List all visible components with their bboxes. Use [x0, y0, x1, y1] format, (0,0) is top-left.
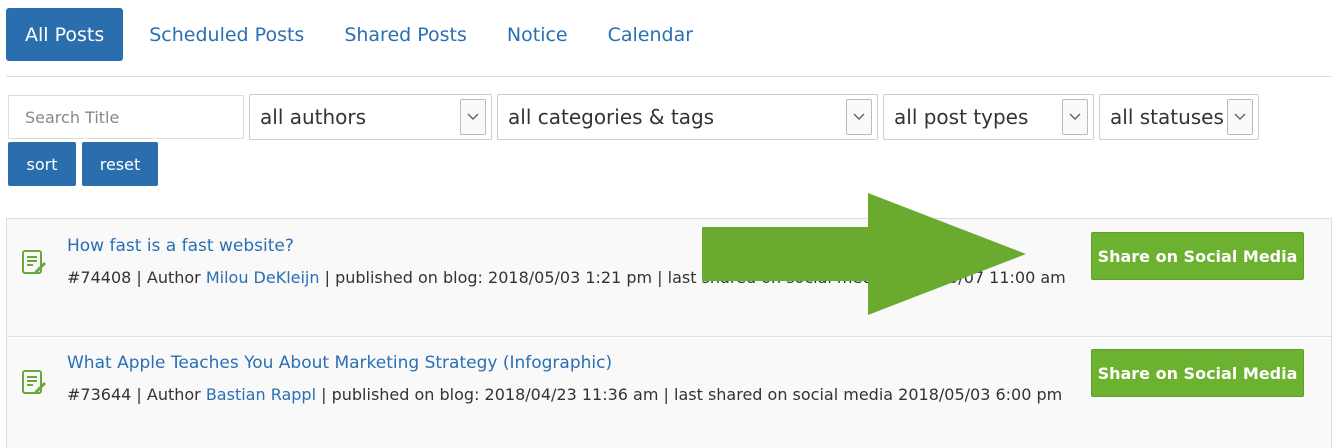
post-title-link[interactable]: How fast is a fast website? — [67, 236, 294, 256]
authors-select[interactable]: all authors — [249, 94, 492, 140]
post-tabs: All Posts Scheduled Posts Shared Posts N… — [6, 8, 713, 61]
categories-select-value: all categories & tags — [508, 105, 715, 129]
tab-shared-posts[interactable]: Shared Posts — [324, 8, 487, 61]
list-item: What Apple Teaches You About Marketing S… — [7, 338, 1331, 448]
tab-calendar[interactable]: Calendar — [588, 8, 713, 61]
share-on-social-media-button[interactable]: Share on Social Media — [1091, 349, 1304, 397]
post-list: How fast is a fast website? #74408 | Aut… — [6, 218, 1332, 448]
post-meta: #73644 | Author Bastian Rappl | publishe… — [67, 381, 1087, 409]
authors-select-value: all authors — [260, 105, 367, 129]
post-meta-prefix: #73644 | Author — [67, 385, 206, 404]
chevron-down-icon — [1227, 99, 1253, 135]
document-edit-icon — [22, 370, 46, 394]
tab-notice[interactable]: Notice — [487, 8, 588, 61]
post-types-select-value: all post types — [894, 105, 1029, 129]
post-title-link[interactable]: What Apple Teaches You About Marketing S… — [67, 353, 612, 373]
document-edit-icon — [22, 250, 46, 274]
share-on-social-media-button[interactable]: Share on Social Media — [1091, 232, 1304, 280]
author-link[interactable]: Milou DeKleijn — [206, 268, 320, 287]
tabs-divider — [6, 76, 1332, 77]
post-types-select[interactable]: all post types — [883, 94, 1094, 140]
right-arrow-icon — [702, 193, 1026, 315]
chevron-down-icon — [1062, 99, 1088, 135]
chevron-down-icon — [846, 99, 872, 135]
categories-select[interactable]: all categories & tags — [497, 94, 878, 140]
tab-all-posts[interactable]: All Posts — [6, 8, 124, 61]
reset-button[interactable]: reset — [82, 142, 158, 186]
sort-button[interactable]: sort — [8, 142, 76, 186]
post-meta-prefix: #74408 | Author — [67, 268, 206, 287]
author-link[interactable]: Bastian Rappl — [206, 385, 316, 404]
statuses-select-value: all statuses — [1110, 105, 1224, 129]
search-title-input[interactable] — [8, 95, 244, 139]
tab-scheduled-posts[interactable]: Scheduled Posts — [129, 8, 324, 61]
statuses-select[interactable]: all statuses — [1099, 94, 1259, 140]
list-item: How fast is a fast website? #74408 | Aut… — [7, 219, 1331, 337]
chevron-down-icon — [460, 99, 486, 135]
post-meta-suffix: | published on blog: 2018/04/23 11:36 am… — [316, 385, 1063, 404]
